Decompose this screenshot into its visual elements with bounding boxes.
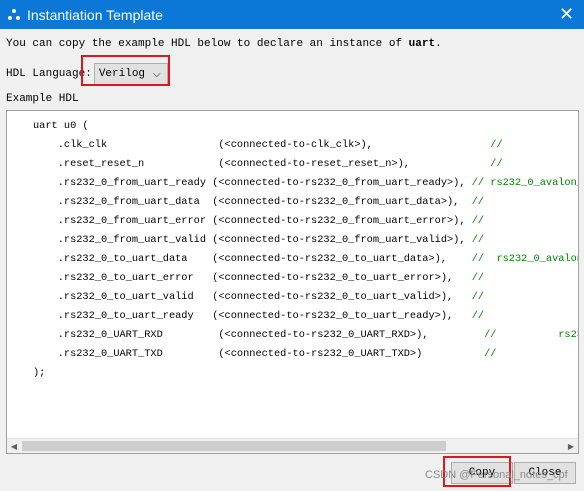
code-comment: // xyxy=(471,310,485,322)
code-comment: // xyxy=(484,348,497,360)
code-line: .rs232_0_UART_TXD (<connected-to-rs232_0… xyxy=(33,345,578,364)
hdl-language-value: Verilog xyxy=(98,68,146,80)
window-title: Instantiation Template xyxy=(27,6,163,23)
code-line: uart u0 ( xyxy=(33,117,578,136)
code-text: .rs232_0_from_uart_error (<connected-to-… xyxy=(33,215,472,227)
code-line: ); xyxy=(33,364,578,383)
code-text: .rs232_0_to_uart_valid (<connected-to-rs… xyxy=(33,291,472,303)
code-line: .rs232_0_to_uart_data (<connected-to-rs2… xyxy=(33,250,579,269)
intro-text: You can copy the example HDL below to de… xyxy=(6,38,442,50)
watermark: CSDN @Personal_notes_cpf xyxy=(425,469,568,481)
code-comment: // xyxy=(471,234,485,246)
code-comment: // rs232_0_avalon_ xyxy=(471,253,579,265)
code-comment: // xyxy=(471,196,485,208)
code-comment: // xyxy=(471,215,485,227)
code-text: .rs232_0_UART_TXD (<connected-to-rs232_0… xyxy=(33,348,485,360)
code-comment: // xyxy=(490,158,503,170)
code-line: .rs232_0_to_uart_valid (<connected-to-rs… xyxy=(33,288,578,307)
chevron-down-icon: ⌵ xyxy=(153,68,161,80)
title-bar: Instantiation Template ✕ xyxy=(0,0,584,29)
code-lines: uart u0 ( .clk_clk (<connected-to-clk_cl… xyxy=(33,117,579,383)
scrollbar-thumb[interactable] xyxy=(22,441,446,451)
scroll-right-icon[interactable]: ▶ xyxy=(564,439,578,453)
code-comment: // xyxy=(490,139,503,151)
close-window-icon[interactable]: ✕ xyxy=(549,0,584,29)
code-line: .rs232_0_from_uart_ready (<connected-to-… xyxy=(33,174,579,193)
code-text: .rs232_0_UART_RXD (<connected-to-rs232_0… xyxy=(33,329,485,341)
code-text: .reset_reset_n (<connected-to-reset_rese… xyxy=(33,158,491,170)
code-text: .rs232_0_to_uart_data (<connected-to-rs2… xyxy=(33,253,472,265)
code-line: .rs232_0_from_uart_error (<connected-to-… xyxy=(33,212,578,231)
code-text: ); xyxy=(33,367,46,379)
code-text: .rs232_0_to_uart_ready (<connected-to-rs… xyxy=(33,310,472,322)
hdl-language-select[interactable]: Verilog ⌵ xyxy=(93,63,168,85)
code-comment: // xyxy=(471,291,485,303)
code-line: .clk_clk (<connected-to-clk_clk>), // xyxy=(33,136,578,155)
code-line: .reset_reset_n (<connected-to-reset_rese… xyxy=(33,155,578,174)
code-text: .rs232_0_to_uart_error (<connected-to-rs… xyxy=(33,272,472,284)
code-line: .rs232_0_to_uart_ready (<connected-to-rs… xyxy=(33,307,578,326)
horizontal-scrollbar[interactable]: ◀ ▶ xyxy=(7,438,578,453)
code-text: .rs232_0_from_uart_ready (<connected-to-… xyxy=(33,177,472,189)
code-text: .clk_clk (<connected-to-clk_clk>), xyxy=(33,139,491,151)
example-hdl-code-area[interactable]: uart u0 ( .clk_clk (<connected-to-clk_cl… xyxy=(6,110,579,454)
code-comment: // rs232_0 xyxy=(484,329,578,341)
code-text: .rs232_0_from_uart_data (<connected-to-r… xyxy=(33,196,472,208)
code-line: .rs232_0_UART_RXD (<connected-to-rs232_0… xyxy=(33,326,578,345)
example-hdl-label: Example HDL xyxy=(6,93,79,105)
scroll-left-icon[interactable]: ◀ xyxy=(7,439,21,453)
code-text: uart u0 ( xyxy=(33,120,89,132)
hdl-language-label: HDL Language: xyxy=(6,68,92,80)
code-line: .rs232_0_from_uart_data (<connected-to-r… xyxy=(33,193,578,212)
code-comment: // rs232_0_avalon_d xyxy=(471,177,579,189)
code-comment: // xyxy=(471,272,485,284)
app-icon xyxy=(8,8,20,21)
hdl-language-row: HDL Language: Verilog ⌵ xyxy=(6,63,168,85)
code-line: .rs232_0_to_uart_error (<connected-to-rs… xyxy=(33,269,578,288)
code-line: .rs232_0_from_uart_valid (<connected-to-… xyxy=(33,231,578,250)
module-name: uart xyxy=(408,38,436,50)
code-text: .rs232_0_from_uart_valid (<connected-to-… xyxy=(33,234,472,246)
